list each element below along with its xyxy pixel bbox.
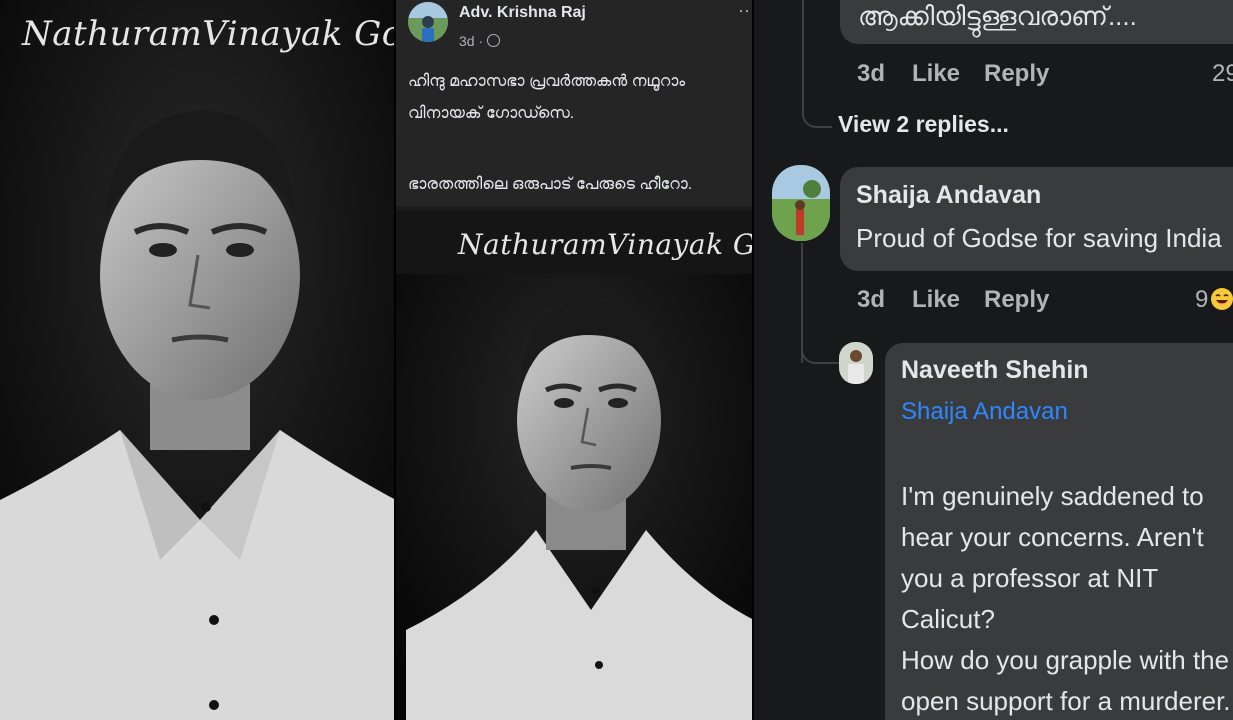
thread-curve (801, 330, 839, 364)
comments-panel: ആക്കിയിട്ടുള്ളവരാണ്.... 3d Like Reply 29… (754, 0, 1233, 720)
signature-text: NathuramVinayak Godse, (22, 14, 396, 54)
reply-text-line-4: Calicut? (901, 604, 995, 634)
globe-icon (487, 34, 501, 47)
reply-button[interactable]: Reply (984, 286, 1049, 314)
post-photo[interactable]: NathuramVinayak Godse, (396, 210, 754, 720)
avatar[interactable] (408, 2, 448, 42)
post-time-text: 3d · (459, 33, 484, 49)
reply-text-line-6: open support for a murderer. (901, 686, 1231, 716)
avatar-icon (772, 165, 830, 241)
thread-line (802, 0, 804, 100)
comment-top-reply-button[interactable]: Reply (984, 60, 1049, 88)
avatar-icon (408, 2, 448, 42)
thread-curve (802, 96, 832, 128)
comment-top-text: ആക്കിയിട്ടുള്ളവരാണ്.... (858, 1, 1137, 31)
post-panel: Adv. Krishna Raj 3d · ·· ഹിന്ദു മഹാസഭാ പ… (396, 0, 754, 720)
commenter-name[interactable]: Naveeth Shehin (901, 356, 1089, 385)
reply-text-line-1: I'm genuinely saddened to (901, 481, 1204, 511)
more-icon[interactable]: ·· (738, 0, 750, 21)
like-button[interactable]: Like (912, 286, 960, 314)
post-portrait (396, 210, 754, 720)
haha-emoji-icon[interactable] (1211, 288, 1233, 310)
post-author[interactable]: Adv. Krishna Raj (459, 4, 586, 22)
comment-top-reaction-count: 29 (1212, 60, 1233, 87)
post-text-line-3: ഭാരതത്തിലെ ഒരുപാട് പേരുടെ ഹീറോ. (408, 176, 693, 193)
comment-top-time: 3d (857, 60, 886, 87)
post-time: 3d · (459, 33, 501, 49)
view-replies-link[interactable]: View 2 replies... (838, 111, 1009, 138)
post-text-line-2: വിനായക് ഗോഡ്സെ. (408, 105, 575, 122)
reply-text-line-3: you a professor at NIT (901, 563, 1159, 593)
reaction-count: 9 (1195, 286, 1209, 313)
comment-top-like-button[interactable]: Like (912, 60, 960, 88)
post-text-line-1: ഹിന്ദു മഹാസഭാ പ്രവർത്തകൻ നഥൂറാം (408, 73, 686, 90)
avatar[interactable] (839, 342, 873, 384)
reply-text-line-2: hear your concerns. Aren't (901, 522, 1204, 552)
avatar[interactable] (772, 165, 830, 241)
portrait-photo (0, 0, 396, 720)
comment-text: Proud of Godse for saving India (856, 223, 1222, 253)
mention-tag[interactable]: Shaija Andavan (901, 398, 1068, 426)
commenter-name[interactable]: Shaija Andavan (856, 181, 1041, 210)
post-signature-text: NathuramVinayak Godse, (458, 228, 754, 261)
post-header: Adv. Krishna Raj 3d · ·· ഹിന്ദു മഹാസഭാ പ… (396, 0, 754, 206)
comment-time: 3d (857, 286, 886, 313)
left-photo-panel: NathuramVinayak Godse, (0, 0, 396, 720)
reply-text-line-5: How do you grapple with the (901, 645, 1230, 675)
avatar-icon (839, 342, 873, 384)
